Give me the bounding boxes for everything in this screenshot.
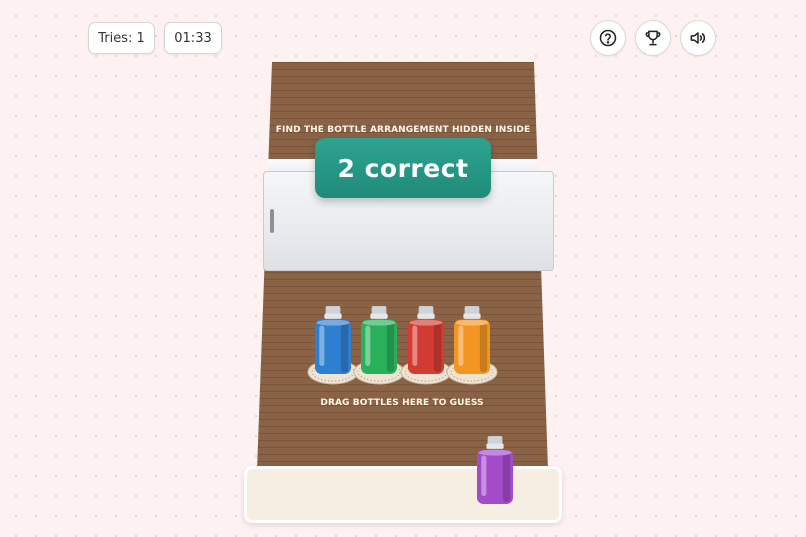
timer-label: 01:33 — [174, 30, 212, 46]
tries-counter: Tries: 1 — [88, 22, 155, 54]
speaker-icon — [690, 32, 706, 44]
bottle-blue[interactable] — [315, 305, 351, 378]
bottle-red[interactable] — [408, 305, 444, 378]
bottle-purple[interactable] — [477, 435, 513, 508]
result-banner: 2 correct — [315, 138, 491, 198]
box-handle — [270, 209, 274, 233]
tries-label: Tries: 1 — [98, 30, 145, 46]
result-text: 2 correct — [337, 153, 469, 183]
timer-display: 01:33 — [164, 22, 222, 54]
help-button[interactable] — [590, 20, 626, 56]
trophy-icon — [645, 30, 661, 46]
bottle-orange[interactable] — [454, 305, 490, 378]
sound-button[interactable] — [680, 20, 716, 56]
hidden-arrangement-hint: FIND THE BOTTLE ARRANGEMENT HIDDEN INSID… — [275, 125, 531, 135]
bottle-green[interactable] — [361, 305, 397, 378]
leaderboard-button[interactable] — [635, 20, 671, 56]
bottle-tray[interactable] — [244, 466, 562, 523]
guess-hint: DRAG BOTTLES HERE TO GUESS — [320, 398, 484, 408]
question-circle-icon — [599, 29, 617, 47]
